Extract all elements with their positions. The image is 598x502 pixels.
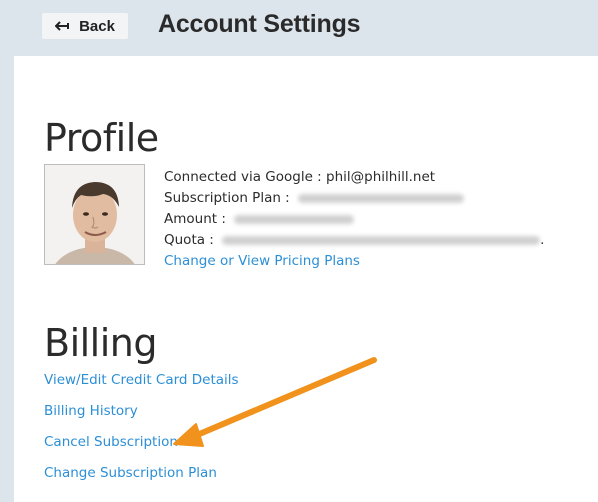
- back-button-label: Back: [79, 17, 115, 35]
- avatar: [44, 164, 145, 265]
- edit-credit-card-link[interactable]: View/Edit Credit Card Details: [44, 372, 239, 388]
- profile-info: Connected via Google : phil@philhill.net…: [164, 167, 544, 272]
- quota-row: Quota : .: [164, 230, 544, 251]
- pricing-row: Change or View Pricing Plans: [164, 251, 544, 272]
- amount-row: Amount :: [164, 209, 544, 230]
- billing-history-link[interactable]: Billing History: [44, 403, 138, 419]
- redacted-subscription: [298, 193, 465, 203]
- redacted-quota: [222, 235, 541, 245]
- change-pricing-plans-link[interactable]: Change or View Pricing Plans: [164, 253, 360, 269]
- subscription-label: Subscription Plan :: [164, 190, 290, 206]
- connected-email: phil@philhill.net: [326, 169, 436, 185]
- connected-label: Connected via Google :: [164, 169, 322, 185]
- quota-period: .: [540, 232, 545, 248]
- subscription-row: Subscription Plan :: [164, 188, 544, 209]
- profile-photo: [45, 165, 144, 264]
- change-subscription-plan-link[interactable]: Change Subscription Plan: [44, 465, 217, 481]
- settings-panel: Profile Connected via Google : phil@phil…: [14, 56, 598, 502]
- page-title: Account Settings: [158, 10, 361, 38]
- back-arrow-icon: [55, 21, 70, 31]
- back-button[interactable]: Back: [42, 13, 128, 39]
- amount-label: Amount :: [164, 211, 226, 227]
- connected-row: Connected via Google : phil@philhill.net: [164, 167, 544, 188]
- redacted-amount: [234, 214, 355, 224]
- cancel-subscription-link[interactable]: Cancel Subscription: [44, 434, 178, 450]
- profile-heading: Profile: [44, 116, 159, 160]
- billing-heading: Billing: [44, 321, 158, 365]
- quota-label: Quota :: [164, 232, 214, 248]
- top-bar: Back Account Settings: [0, 0, 598, 56]
